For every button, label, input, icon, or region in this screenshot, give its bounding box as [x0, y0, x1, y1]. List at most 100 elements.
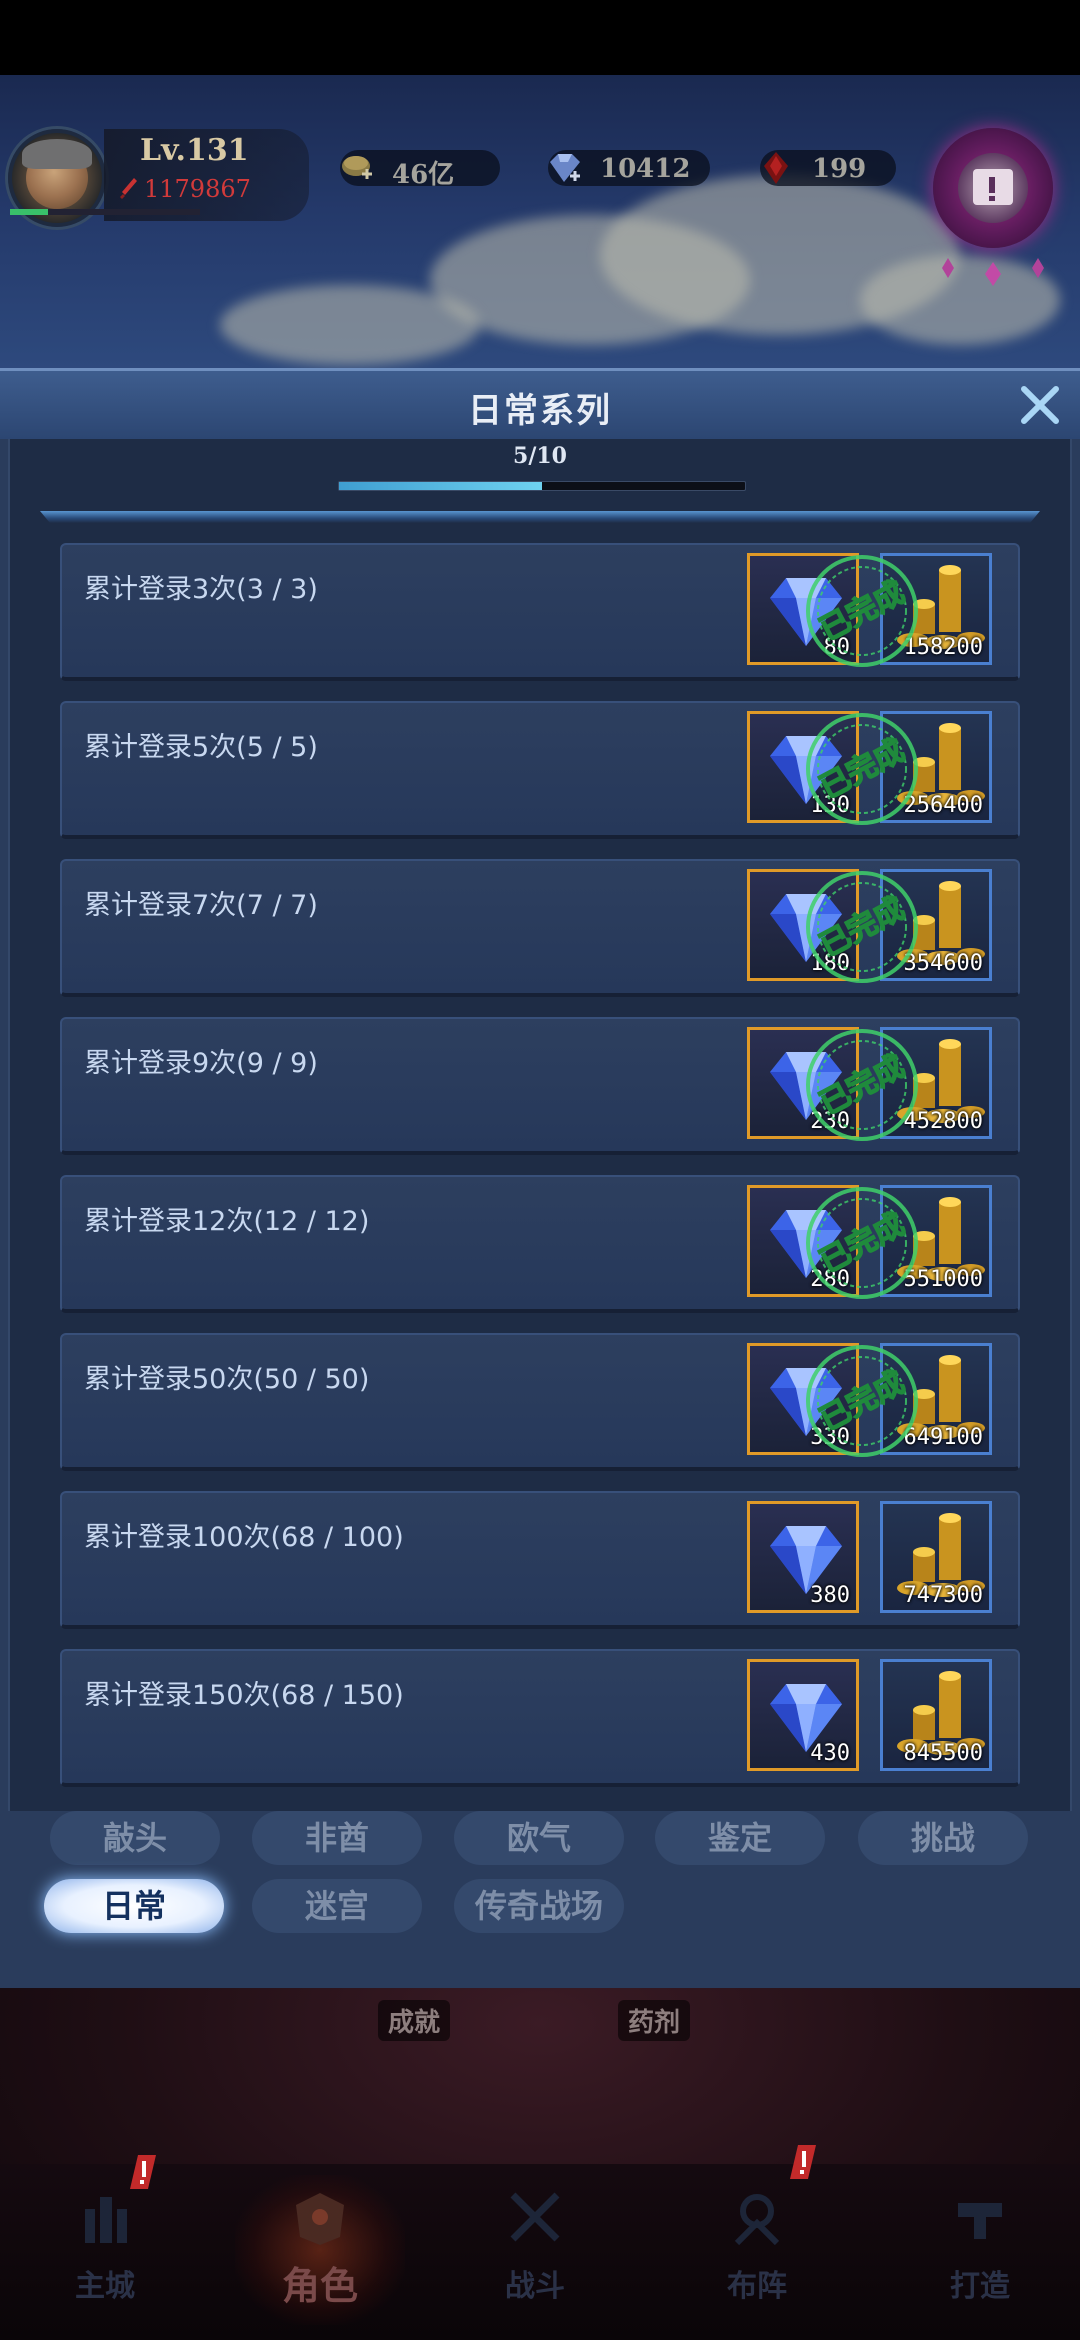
tab-4[interactable]: 挑战 — [858, 1811, 1028, 1865]
nav-item-1[interactable]: 角色 — [235, 2175, 405, 2325]
diamond-qty: 230 — [810, 1109, 850, 1134]
nav-label: 战斗 — [505, 2269, 565, 2304]
player-power: 1179867 — [144, 175, 251, 203]
diamond-reward-slot[interactable]: 280 — [747, 1185, 859, 1297]
diamond-value: 10412 — [600, 154, 691, 184]
list-item[interactable]: 累计登录12次(12 / 12) 280 551000 已完成 — [60, 1175, 1020, 1313]
task-label: 累计登录5次(5 / 5) — [84, 732, 318, 763]
gold-qty: 158200 — [903, 635, 983, 660]
gold-qty: 452800 — [903, 1109, 983, 1134]
potion-label[interactable]: 药剂 — [618, 2000, 691, 2041]
task-label: 累计登录7次(7 / 7) — [84, 890, 318, 921]
divider — [40, 511, 1040, 523]
player-info[interactable]: Lv.131 1179867 — [4, 125, 309, 227]
nav-label: 布阵 — [727, 2269, 787, 2304]
nav-item-0[interactable]: 主城 — [20, 2175, 190, 2325]
diamond-add-icon — [550, 154, 580, 182]
gold-resource[interactable]: 46亿 — [340, 150, 500, 190]
achievement-label[interactable]: 成就 — [378, 2000, 451, 2041]
tab-3[interactable]: 鉴定 — [655, 1811, 825, 1865]
diamond-qty: 330 — [810, 1425, 850, 1450]
nav-item-3[interactable]: 布阵 — [672, 2175, 842, 2325]
list-item[interactable]: 累计登录150次(68 / 150) 430 845500 — [60, 1649, 1020, 1787]
nav-item-2[interactable]: 战斗 — [450, 2175, 620, 2325]
daily-series-modal: 日常系列 5/10 累计登录3次(3 / 3) 80 158200 已完成 累计… — [0, 368, 1080, 1991]
scroll-ornament-icon — [942, 258, 1044, 286]
gold-reward-slot[interactable]: 256400 — [880, 711, 992, 823]
close-icon[interactable] — [1016, 381, 1064, 429]
gold-reward-slot[interactable]: 158200 — [880, 553, 992, 665]
ruby-resource[interactable]: 199 — [760, 150, 896, 186]
modal-header: 日常系列 — [0, 371, 1080, 439]
exp-bar — [10, 209, 200, 215]
tab-row2-1[interactable]: 迷宫 — [252, 1879, 422, 1933]
diamond-reward-slot[interactable]: 330 — [747, 1343, 859, 1455]
reward-list[interactable]: 累计登录3次(3 / 3) 80 158200 已完成 累计登录5次(5 / 5… — [60, 543, 1020, 1805]
tab-1[interactable]: 非酋 — [252, 1811, 422, 1865]
tab-row2-2[interactable]: 传奇战场 — [454, 1879, 624, 1933]
ruby-value: 199 — [812, 154, 867, 184]
diamond-resource[interactable]: 10412 — [548, 150, 710, 186]
nav-icon — [958, 2203, 1002, 2239]
progress-bar — [338, 481, 746, 491]
diamond-qty: 430 — [810, 1741, 850, 1766]
nav-icon — [510, 2192, 560, 2242]
list-item[interactable]: 累计登录7次(7 / 7) 180 354600 已完成 — [60, 859, 1020, 997]
diamond-qty: 180 — [810, 951, 850, 976]
nav-icon — [85, 2197, 127, 2243]
tab-0[interactable]: 敲头 — [50, 1811, 220, 1865]
task-label: 累计登录150次(68 / 150) — [84, 1680, 404, 1711]
diamond-reward-slot[interactable]: 230 — [747, 1027, 859, 1139]
nav-label: 打造 — [950, 2269, 1010, 2304]
nav-label: 主城 — [75, 2269, 135, 2304]
diamond-qty: 280 — [810, 1267, 850, 1292]
list-item[interactable]: 累计登录5次(5 / 5) 130 256400 已完成 — [60, 701, 1020, 839]
gold-value: 46亿 — [392, 160, 455, 190]
player-level: Lv.131 — [140, 133, 249, 168]
gold-qty: 845500 — [903, 1741, 983, 1766]
gold-reward-slot[interactable]: 845500 — [880, 1659, 992, 1771]
nav-icon — [296, 2193, 344, 2245]
gold-qty: 354600 — [903, 951, 983, 976]
ruby-icon — [764, 152, 788, 184]
tab-2[interactable]: 欧气 — [454, 1811, 624, 1865]
gold-qty: 256400 — [903, 793, 983, 818]
gold-reward-slot[interactable]: 747300 — [880, 1501, 992, 1613]
task-label: 累计登录9次(9 / 9) — [84, 1048, 318, 1079]
task-label: 累计登录50次(50 / 50) — [84, 1364, 370, 1395]
diamond-qty: 80 — [823, 635, 851, 660]
diamond-reward-slot[interactable]: 430 — [747, 1659, 859, 1771]
gold-add-icon — [342, 156, 372, 179]
diamond-reward-slot[interactable]: 380 — [747, 1501, 859, 1613]
status-bar — [0, 0, 1080, 75]
list-item[interactable]: 累计登录3次(3 / 3) 80 158200 已完成 — [60, 543, 1020, 681]
task-label: 累计登录12次(12 / 12) — [84, 1206, 370, 1237]
tab-row2-0[interactable]: 日常 — [44, 1879, 224, 1933]
diamond-qty: 130 — [810, 793, 850, 818]
gold-reward-slot[interactable]: 354600 — [880, 869, 992, 981]
gold-qty: 551000 — [903, 1267, 983, 1292]
scroll-icon — [973, 169, 1013, 205]
diamond-qty: 380 — [810, 1583, 850, 1608]
diamond-reward-slot[interactable]: 80 — [747, 553, 859, 665]
progress-label: 5/10 — [513, 443, 567, 469]
gold-reward-slot[interactable]: 551000 — [880, 1185, 992, 1297]
gold-reward-slot[interactable]: 649100 — [880, 1343, 992, 1455]
gold-reward-slot[interactable]: 452800 — [880, 1027, 992, 1139]
notification-badge-icon — [130, 2155, 156, 2189]
gold-qty: 747300 — [903, 1583, 983, 1608]
list-item[interactable]: 累计登录100次(68 / 100) 380 747300 — [60, 1491, 1020, 1629]
task-label: 累计登录3次(3 / 3) — [84, 574, 318, 605]
gold-qty: 649100 — [903, 1425, 983, 1450]
diamond-reward-slot[interactable]: 130 — [747, 711, 859, 823]
modal-title: 日常系列 — [468, 391, 612, 431]
nav-icon — [734, 2194, 780, 2246]
nav-item-4[interactable]: 打造 — [895, 2175, 1065, 2325]
quest-scroll-button[interactable] — [918, 108, 1068, 288]
diamond-reward-slot[interactable]: 180 — [747, 869, 859, 981]
list-item[interactable]: 累计登录9次(9 / 9) 230 452800 已完成 — [60, 1017, 1020, 1155]
level-panel: Lv.131 1179867 — [104, 129, 309, 221]
notification-badge-icon — [790, 2145, 816, 2179]
list-item[interactable]: 累计登录50次(50 / 50) 330 649100 已完成 — [60, 1333, 1020, 1471]
category-tabs: 敲头 非酋 欧气 鉴定 挑战日常 迷宫 传奇战场 — [0, 1811, 1080, 1991]
